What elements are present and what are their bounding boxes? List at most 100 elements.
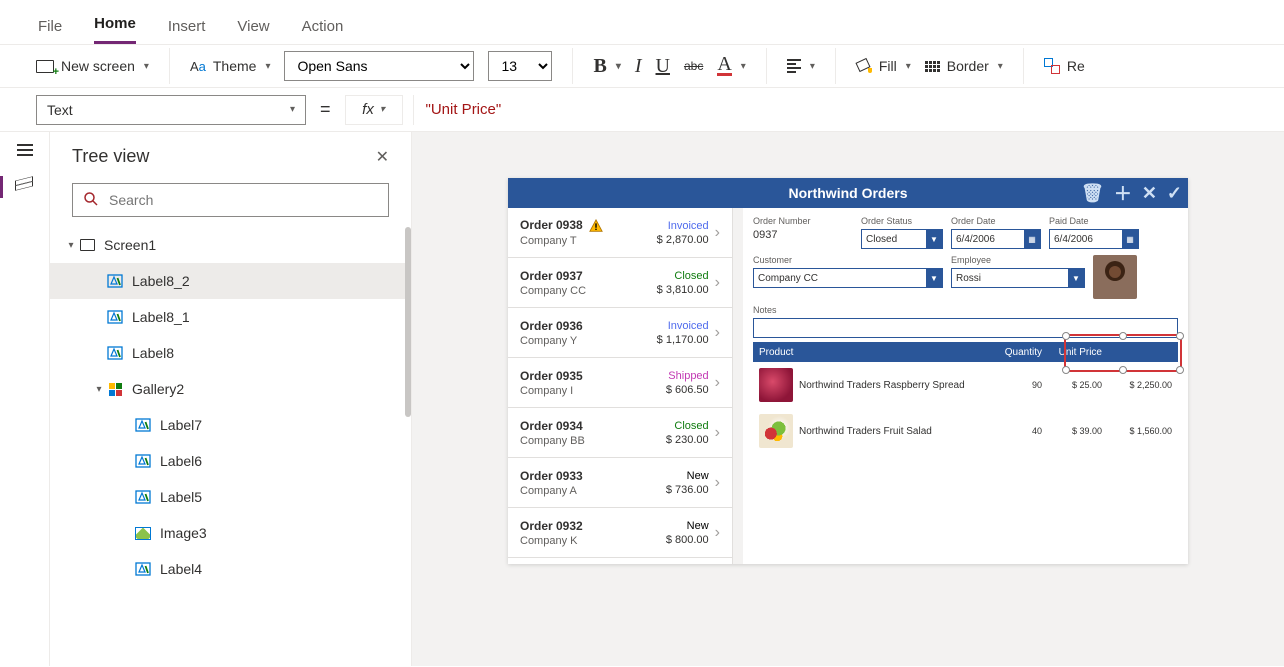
order-status-label: Order Status [861,216,943,226]
order-row[interactable]: Order 0936 Company Y Invoiced $ 1,170.00… [508,308,732,358]
tree-view-panel: Tree view ✕ ▾ Screen1 Label8_2 Label8_1 [50,132,412,666]
order-row[interactable]: Order 0935 Company I Shipped $ 606.50 › [508,358,732,408]
order-status-combo[interactable]: Closed▼ [861,229,943,249]
tree-item-label8[interactable]: Label8 [50,335,409,371]
tree-item-label: Screen1 [104,237,156,253]
employee-combo[interactable]: Rossi▼ [951,268,1085,288]
label-icon [134,417,152,433]
fill-button[interactable]: Fill ▾ [856,58,911,74]
order-date-picker[interactable]: 6/4/2006▦ [951,229,1041,249]
formula-input[interactable]: "Unit Price" [413,95,1248,125]
underline-button[interactable]: U [656,55,670,78]
tree-item-label8_2[interactable]: Label8_2 [50,263,409,299]
order-row[interactable]: Order 0934 Company BB Closed $ 230.00 › [508,408,732,458]
tab-file[interactable]: File [38,8,62,44]
theme-label: Theme [213,58,257,74]
th-quantity: Quantity [992,347,1042,358]
new-screen-label: New screen [61,58,135,74]
tab-action[interactable]: Action [302,8,344,44]
tab-insert[interactable]: Insert [168,8,206,44]
order-number-value: 0937 [753,229,853,241]
collapse-icon[interactable]: ▾ [64,240,78,251]
tree-item-label4[interactable]: Label4 [50,551,409,587]
strikethrough-button[interactable]: abc [684,59,703,73]
product-unitprice: $ 25.00 [1042,380,1102,390]
align-button[interactable]: ▾ [787,59,815,73]
tree-item-label: Label8_1 [132,309,190,325]
font-family-select[interactable]: Open Sans [284,51,474,81]
property-value: Text [47,102,73,118]
tab-view[interactable]: View [237,8,269,44]
confirm-icon[interactable]: ✓ [1167,183,1182,204]
tree-item-image3[interactable]: Image3 [50,515,409,551]
tree-item-label: Label6 [160,453,202,469]
chevron-right-icon: › [715,224,720,242]
tree-item-label: Label5 [160,489,202,505]
product-name: Northwind Traders Fruit Salad [799,426,992,437]
cancel-icon[interactable]: ✕ [1142,183,1157,204]
font-color-button[interactable]: A▾ [717,56,745,76]
chevron-right-icon: › [715,274,720,292]
order-row[interactable]: Order 0937 Company CC Closed $ 3,810.00 … [508,258,732,308]
notes-label: Notes [753,305,1178,315]
tree-item-label5[interactable]: Label5 [50,479,409,515]
tree-item-label: Label7 [160,417,202,433]
tree-item-label: Gallery2 [132,381,184,397]
collapse-icon[interactable]: ▾ [92,384,106,395]
tree-item-label: Label8 [132,345,174,361]
theme-button[interactable]: Aa Theme ▾ [190,58,271,74]
tree-search-input[interactable] [107,191,378,209]
line-item[interactable]: Northwind Traders Raspberry Spread 90 $ … [753,362,1178,408]
tree-item-gallery2[interactable]: ▾ Gallery2 [50,371,409,407]
notes-input[interactable] [753,318,1178,338]
property-select[interactable]: Text ▾ [36,95,306,125]
tree-item-label: Image3 [160,525,207,541]
theme-icon: Aa [190,59,206,74]
gallery-icon [109,383,122,396]
tree-view-rail-button[interactable] [0,176,49,192]
tree-scrollbar[interactable] [405,227,411,417]
add-icon[interactable]: ＋ [1114,180,1132,206]
tree-item-screen1[interactable]: ▾ Screen1 [50,227,409,263]
tree-item-label8_1[interactable]: Label8_1 [50,299,409,335]
reorder-button[interactable]: Re [1044,58,1085,74]
chevron-right-icon: › [715,424,720,442]
border-button[interactable]: Border ▾ [925,58,1003,74]
formula-text: "Unit Price" [426,101,502,118]
new-screen-icon [36,60,54,73]
th-unitprice[interactable]: Unit Price [1042,347,1102,358]
hamburger-button[interactable] [0,144,49,156]
product-unitprice: $ 39.00 [1042,426,1102,436]
layers-icon [15,176,35,192]
fx-button[interactable]: fx ▾ [345,95,403,125]
order-number-label: Order Number [753,216,853,226]
hamburger-icon [17,144,33,156]
label-icon [106,345,124,361]
equals-sign: = [316,99,335,120]
order-row[interactable]: Order 0932 Company K New $ 800.00 › [508,508,732,558]
tree-item-label6[interactable]: Label6 [50,443,409,479]
border-label: Border [947,58,989,74]
label-icon [106,273,124,289]
customer-combo[interactable]: Company CC▼ [753,268,943,288]
tree-search[interactable] [72,183,389,217]
tree-item-label: Label8_2 [132,273,190,289]
order-row[interactable]: Order 0938 Company T Invoiced $ 2,870.00… [508,208,732,258]
chevron-down-icon: ▾ [290,104,295,115]
tab-home[interactable]: Home [94,5,136,44]
paint-bucket-icon [856,58,872,74]
new-screen-button[interactable]: New screen ▾ [36,58,149,74]
canvas[interactable]: Northwind Orders 🗑 ＋ ✕ ✓ Order 0938 Comp… [412,132,1284,666]
font-size-select[interactable]: 13 [488,51,552,81]
tree-item-label7[interactable]: Label7 [50,407,409,443]
trash-icon[interactable]: 🗑 [1081,183,1104,204]
order-row[interactable]: Order 0933 Company A New $ 736.00 › [508,458,732,508]
bold-button[interactable]: B▾ [593,55,620,78]
chevron-right-icon: › [715,524,720,542]
reorder-label: Re [1067,58,1085,74]
close-panel-button[interactable]: ✕ [376,147,389,167]
line-item[interactable]: Northwind Traders Fruit Salad 40 $ 39.00… [753,408,1178,454]
paid-date-label: Paid Date [1049,216,1139,226]
italic-button[interactable]: I [635,55,642,78]
paid-date-picker[interactable]: 6/4/2006▦ [1049,229,1139,249]
